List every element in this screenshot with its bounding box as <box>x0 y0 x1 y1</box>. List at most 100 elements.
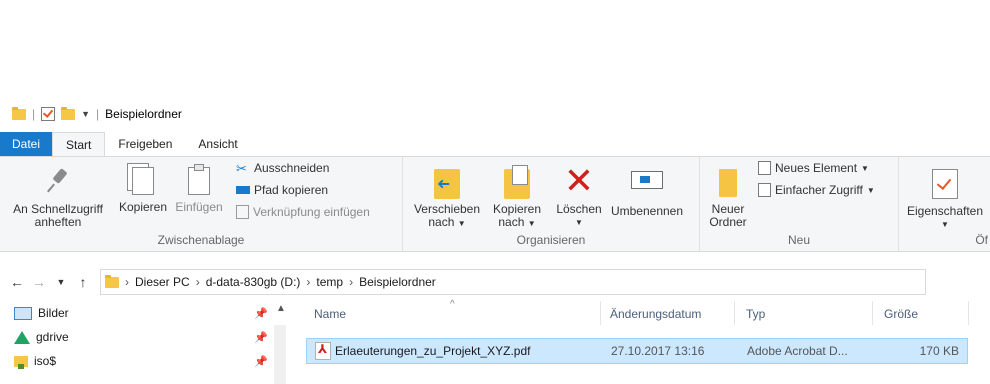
breadcrumb-current[interactable]: Beispielordner <box>359 275 436 289</box>
nav-item-label: gdrive <box>36 330 69 344</box>
forward-arrow-icon[interactable]: → <box>28 274 50 290</box>
new-folder-label-2: Ordner <box>709 215 747 229</box>
group-label-open: Öf <box>975 233 988 247</box>
nav-item-iso[interactable]: iso$ 📌 <box>0 349 290 373</box>
delete-caret-icon[interactable]: ▼ <box>553 216 605 229</box>
group-clipboard: An Schnellzugriff anheften Kopieren Einf… <box>0 157 403 251</box>
navigation-bar: ← → ▼ ↑ › Dieser PC › d-data-830gb (D:) … <box>0 268 990 296</box>
nav-item-label: iso$ <box>34 354 57 368</box>
delete-button[interactable]: ✕ Löschen ▼ <box>553 163 605 229</box>
rename-icon <box>631 171 663 189</box>
nav-item-gdrive[interactable]: gdrive 📌 <box>0 325 290 349</box>
group-new: Neuer Ordner Neues Element ▼ Einfacher Z… <box>700 157 899 251</box>
delete-x-icon: ✕ <box>563 160 595 201</box>
tab-freigeben[interactable]: Freigeben <box>105 132 185 156</box>
cut-button[interactable]: ✂ Ausschneiden <box>236 161 330 176</box>
title-bar: | ▼ | Beispielordner <box>0 96 990 132</box>
column-divider[interactable] <box>734 301 735 325</box>
paste-shortcut-label: Verknüpfung einfügen <box>253 205 370 219</box>
file-row[interactable]: Erlaeuterungen_zu_Projekt_XYZ.pdf 27.10.… <box>306 338 968 364</box>
properties-button[interactable]: Eigenschaften ▼ <box>903 163 987 231</box>
new-item-label: Neues Element <box>775 161 858 175</box>
copy-path-button[interactable]: Pfad kopieren <box>236 183 328 197</box>
column-divider[interactable] <box>600 301 601 325</box>
nav-item-bilder[interactable]: Bilder 📌 <box>0 301 290 325</box>
properties-check-icon[interactable] <box>41 107 56 121</box>
new-item-icon <box>758 161 771 175</box>
copy-path-label: Pfad kopieren <box>254 183 329 197</box>
easy-access-label: Einfacher Zugriff <box>775 183 863 197</box>
column-header-date[interactable]: Änderungsdatum <box>610 307 701 321</box>
breadcrumb-separator[interactable]: › <box>349 275 353 289</box>
recent-locations-chevron-icon[interactable]: ▼ <box>50 277 72 287</box>
pin-icon[interactable]: 📌 <box>254 355 268 368</box>
navigation-pane: ▲ Bilder 📌 gdrive 📌 iso$ 📌 <box>0 301 290 384</box>
move-label-2: nach ▼ <box>428 215 466 229</box>
breadcrumb-temp[interactable]: temp <box>316 275 343 289</box>
pin-quick-access-button[interactable]: An Schnellzugriff anheften <box>2 163 114 229</box>
nav-item-label: Bilder <box>38 306 69 320</box>
move-to-icon <box>434 169 460 199</box>
copy-to-button[interactable]: Kopieren nach ▼ <box>487 163 547 230</box>
column-header-type[interactable]: Typ <box>746 307 765 321</box>
new-item-button[interactable]: Neues Element ▼ <box>758 161 869 175</box>
new-folder-button[interactable]: Neuer Ordner <box>706 163 750 229</box>
rename-button[interactable]: Umbenennen <box>607 163 687 218</box>
column-divider[interactable] <box>872 301 873 325</box>
toolbar-separator: | <box>96 107 100 121</box>
customize-toolbar-icon[interactable]: ▼ <box>81 109 90 119</box>
properties-icon <box>932 169 958 199</box>
new-folder-icon <box>719 169 737 197</box>
pin-icon <box>42 163 74 199</box>
paste-label: Einfügen <box>175 200 223 214</box>
breadcrumb-separator[interactable]: › <box>125 275 129 289</box>
column-header-name[interactable]: Name <box>314 307 346 321</box>
breadcrumb-this-pc[interactable]: Dieser PC <box>135 275 190 289</box>
copy-to-icon <box>504 165 530 199</box>
paste-shortcut-button[interactable]: Verknüpfung einfügen <box>236 205 370 219</box>
column-header-size[interactable]: Größe <box>884 307 918 321</box>
easy-access-icon <box>758 183 771 197</box>
paste-button[interactable]: Einfügen <box>172 163 226 214</box>
column-divider[interactable] <box>968 301 969 325</box>
pin-label-2: anheften <box>34 215 82 229</box>
clipboard-icon <box>188 164 210 195</box>
path-icon <box>236 186 250 194</box>
address-bar[interactable]: › Dieser PC › d-data-830gb (D:) › temp ›… <box>100 269 926 295</box>
quick-access-toolbar: | ▼ | <box>12 106 100 121</box>
breadcrumb-separator[interactable]: › <box>196 275 200 289</box>
ribbon-tabs: Datei Start Freigeben Ansicht <box>0 132 990 156</box>
breadcrumb-separator[interactable]: › <box>306 275 310 289</box>
pin-icon[interactable]: 📌 <box>254 307 268 320</box>
chevron-down-icon: ▼ <box>861 163 869 173</box>
tab-ansicht[interactable]: Ansicht <box>185 132 250 156</box>
back-arrow-icon[interactable]: ← <box>6 274 28 290</box>
toolbar-separator: | <box>32 107 36 121</box>
properties-caret-icon[interactable]: ▼ <box>903 218 987 231</box>
move-to-button[interactable]: Verschieben nach ▼ <box>409 163 485 230</box>
rename-label: Umbenennen <box>610 204 684 218</box>
file-date: 27.10.2017 13:16 <box>611 344 705 358</box>
group-label-clipboard: Zwischenablage <box>157 233 245 247</box>
tab-datei[interactable]: Datei <box>0 132 53 156</box>
properties-label: Eigenschaften <box>906 204 984 218</box>
pictures-icon <box>14 306 32 320</box>
delete-label: Löschen <box>556 202 602 216</box>
shortcut-icon <box>236 205 249 219</box>
group-label-new: Neu <box>787 233 810 247</box>
easy-access-button[interactable]: Einfacher Zugriff ▼ <box>758 183 875 197</box>
copy-icon <box>132 167 154 195</box>
folder-icon <box>12 106 26 120</box>
sort-ascending-icon: ^ <box>450 299 455 310</box>
tab-start[interactable]: Start <box>52 132 106 156</box>
scissors-icon: ✂ <box>236 161 247 176</box>
up-arrow-icon[interactable]: ↑ <box>72 274 94 290</box>
group-label-organize: Organisieren <box>516 233 586 247</box>
breadcrumb-drive[interactable]: d-data-830gb (D:) <box>206 275 301 289</box>
copy-button[interactable]: Kopieren <box>116 163 170 214</box>
new-folder-quick-icon[interactable] <box>61 106 76 120</box>
cut-label: Ausschneiden <box>254 161 330 175</box>
file-list: ^ Name Änderungsdatum Typ Größe Erlaeute… <box>300 299 990 384</box>
pin-icon[interactable]: 📌 <box>254 331 268 344</box>
file-name: Erlaeuterungen_zu_Projekt_XYZ.pdf <box>335 344 531 358</box>
